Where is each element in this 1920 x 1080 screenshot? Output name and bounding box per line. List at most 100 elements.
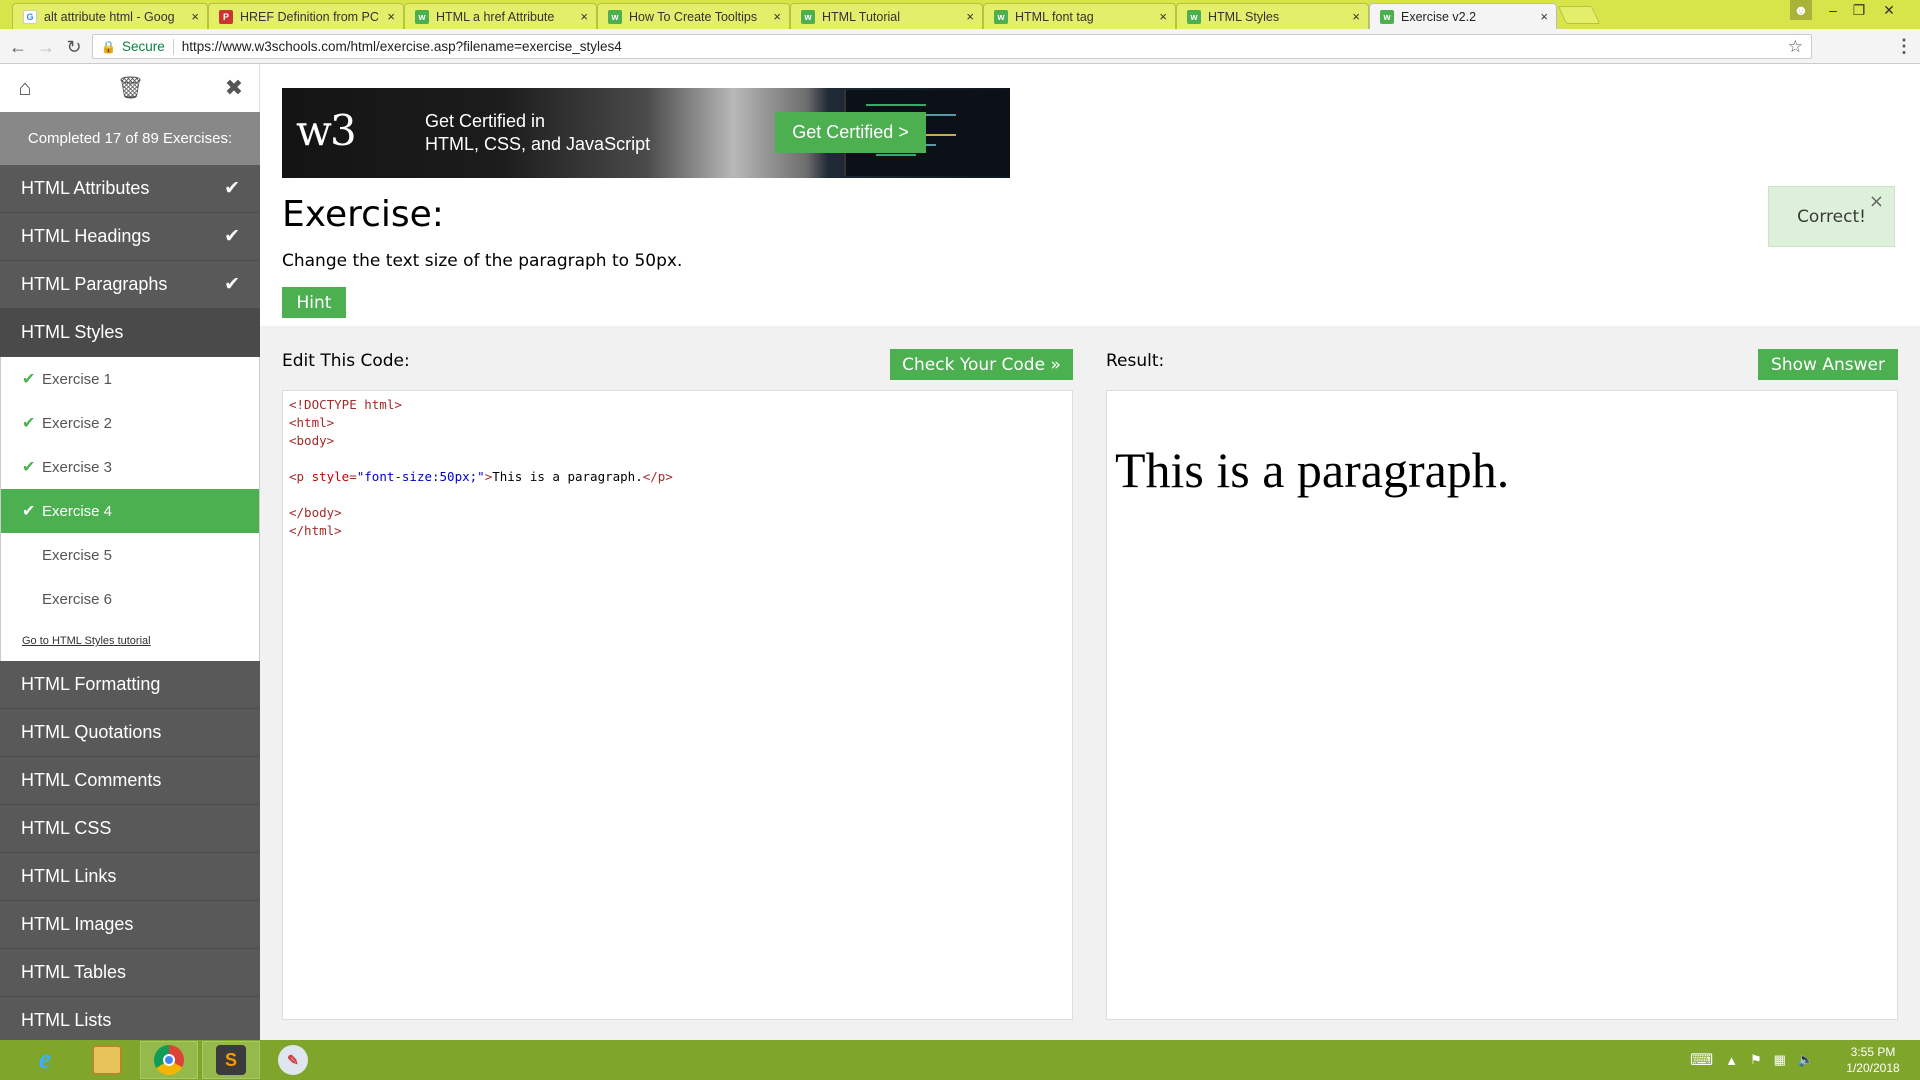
sidebar-toolbar: ⌂ 🗑 ✖ <box>0 64 260 112</box>
hint-button[interactable]: Hint <box>282 287 346 318</box>
home-icon[interactable]: ⌂ <box>12 75 38 101</box>
code-text[interactable]: <!DOCTYPE html> <html> <body> <p style="fo… <box>283 391 1072 545</box>
exercise-item-2[interactable]: ✔ Exercise 2 <box>1 401 259 445</box>
sidebar-item-label: HTML Paragraphs <box>21 274 168 294</box>
close-tab-icon[interactable]: × <box>1159 9 1167 24</box>
back-icon[interactable]: ← <box>6 35 30 59</box>
code-token: </p> <box>642 469 673 484</box>
sidebar-item-label: HTML Headings <box>21 226 151 246</box>
sidebar-item-html-headings[interactable]: HTML Headings ✔ <box>0 213 260 261</box>
show-answer-button[interactable]: Show Answer <box>1758 349 1898 380</box>
restore-icon[interactable]: ❐ <box>1848 0 1870 20</box>
sidebar-item-label: HTML Lists <box>21 1010 112 1030</box>
close-icon[interactable]: ✖ <box>221 75 247 101</box>
get-certified-button[interactable]: Get Certified > <box>775 112 926 153</box>
sidebar-item-label: HTML Links <box>21 866 117 886</box>
exercise-item-1[interactable]: ✔ Exercise 1 <box>1 357 259 401</box>
tab-strip: G alt attribute html - Goog × P HREF Def… <box>0 0 1920 29</box>
code-token: <p <box>289 469 312 484</box>
tab-title: Exercise v2.2 <box>1401 9 1477 24</box>
browser-menu-icon[interactable]: ⋮ <box>1895 36 1913 57</box>
w3-logo: w3 <box>296 106 357 155</box>
code-line: </body> <box>289 504 1066 522</box>
exercise-label: Exercise 2 <box>42 414 113 432</box>
check-icon: ✔ <box>224 226 240 247</box>
internet-explorer-icon[interactable]: e <box>16 1041 74 1079</box>
sidebar-item-html-comments[interactable]: HTML Comments <box>0 757 260 805</box>
result-frame: This is a paragraph. <box>1106 390 1898 1020</box>
forward-icon[interactable]: → <box>34 35 58 59</box>
close-tab-icon[interactable]: × <box>773 9 781 24</box>
check-code-button[interactable]: Check Your Code » <box>890 349 1073 380</box>
code-editor[interactable]: <!DOCTYPE html> <html> <body> <p style="fo… <box>282 390 1073 1020</box>
sidebar-item-html-quotations[interactable]: HTML Quotations <box>0 709 260 757</box>
close-tab-icon[interactable]: × <box>966 9 974 24</box>
tab-title: How To Create Tooltips <box>629 9 758 24</box>
tutorial-link[interactable]: Go to HTML Styles tutorial <box>1 621 259 661</box>
exercise-item-3[interactable]: ✔ Exercise 3 <box>1 445 259 489</box>
close-toast-icon[interactable]: × <box>1869 191 1884 212</box>
address-bar[interactable]: 🔒 Secure https://www.w3schools.com/html/… <box>92 34 1812 59</box>
user-icon[interactable]: ☻ <box>1790 0 1812 20</box>
check-icon: ✔ <box>22 415 36 432</box>
google-icon: G <box>23 9 37 24</box>
editor-title: Edit This Code: <box>282 351 410 371</box>
tab-4[interactable]: w HTML Tutorial × <box>790 3 983 29</box>
close-tab-icon[interactable]: × <box>387 9 395 24</box>
tab-7-active[interactable]: w Exercise v2.2 × <box>1369 3 1557 29</box>
sidebar-item-html-css[interactable]: HTML CSS <box>0 805 260 853</box>
volume-icon[interactable]: 🔈 <box>1798 1052 1814 1068</box>
close-tab-icon[interactable]: × <box>580 9 588 24</box>
exercise-label: Exercise 5 <box>42 546 113 564</box>
certification-banner[interactable]: w3 Get Certified in HTML, CSS, and JavaS… <box>282 88 1010 178</box>
sidebar-item-label: HTML Images <box>21 914 134 934</box>
reload-icon[interactable]: ↻ <box>62 35 86 59</box>
keyboard-icon[interactable]: ⌨ <box>1690 1050 1713 1070</box>
browser-toolbar: ← → ↻ 🔒 Secure https://www.w3schools.com… <box>0 29 1920 64</box>
sidebar-item-html-paragraphs[interactable]: HTML Paragraphs ✔ <box>0 261 260 309</box>
code-token: <!DOCTYPE html> <box>289 397 402 412</box>
network-icon[interactable]: ▦ <box>1774 1052 1786 1068</box>
paint-icon[interactable]: ✎ <box>264 1041 322 1079</box>
trash-icon[interactable]: 🗑 <box>117 75 145 101</box>
exercise-item-5[interactable]: Exercise 5 <box>1 533 259 577</box>
pc-icon: P <box>219 9 233 24</box>
url-text[interactable]: https://www.w3schools.com/html/exercise.… <box>182 39 622 54</box>
exercise-description: Change the text size of the paragraph to… <box>282 251 683 271</box>
chevron-up-icon[interactable]: ▲ <box>1725 1053 1738 1068</box>
sidebar-item-html-images[interactable]: HTML Images <box>0 901 260 949</box>
sidebar-item-html-styles[interactable]: HTML Styles <box>0 309 260 357</box>
tab-5[interactable]: w HTML font tag × <box>983 3 1176 29</box>
sidebar-item-label: HTML CSS <box>21 818 112 838</box>
code-line: </html> <box>289 522 1066 540</box>
sidebar-item-html-attributes[interactable]: HTML Attributes ✔ <box>0 165 260 213</box>
minimize-icon[interactable]: – <box>1822 0 1844 20</box>
exercise-item-4-active[interactable]: ✔ Exercise 4 <box>1 489 259 533</box>
chrome-icon[interactable] <box>140 1041 198 1079</box>
sidebar-item-html-tables[interactable]: HTML Tables <box>0 949 260 997</box>
sidebar-item-html-links[interactable]: HTML Links <box>0 853 260 901</box>
code-token: </body> <box>289 505 342 520</box>
close-tab-icon[interactable]: × <box>191 9 199 24</box>
new-tab-button[interactable] <box>1557 6 1601 24</box>
main-content: w3 Get Certified in HTML, CSS, and JavaS… <box>260 64 1920 1040</box>
sidebar-item-html-lists[interactable]: HTML Lists <box>0 997 260 1040</box>
sublime-text-icon[interactable]: S <box>202 1041 260 1079</box>
bookmark-star-icon[interactable]: ☆ <box>1788 37 1803 57</box>
clock[interactable]: 3:55 PM 1/20/2018 <box>1838 1044 1908 1076</box>
close-tab-icon[interactable]: × <box>1352 9 1360 24</box>
toast-message: Correct! <box>1797 206 1866 227</box>
close-tab-icon[interactable]: × <box>1540 9 1548 24</box>
flag-icon[interactable]: ⚑ <box>1750 1052 1762 1068</box>
sidebar-item-html-formatting[interactable]: HTML Formatting <box>0 661 260 709</box>
close-window-icon[interactable]: ✕ <box>1876 0 1902 20</box>
tab-2[interactable]: w HTML a href Attribute × <box>404 3 597 29</box>
file-explorer-icon[interactable] <box>78 1041 136 1079</box>
tab-6[interactable]: w HTML Styles × <box>1176 3 1369 29</box>
tab-0[interactable]: G alt attribute html - Goog × <box>12 3 208 29</box>
w3-icon: w <box>1380 9 1394 24</box>
exercise-label: Exercise 1 <box>42 370 113 388</box>
tab-3[interactable]: w How To Create Tooltips × <box>597 3 790 29</box>
tab-1[interactable]: P HREF Definition from PC × <box>208 3 404 29</box>
exercise-item-6[interactable]: Exercise 6 <box>1 577 259 621</box>
